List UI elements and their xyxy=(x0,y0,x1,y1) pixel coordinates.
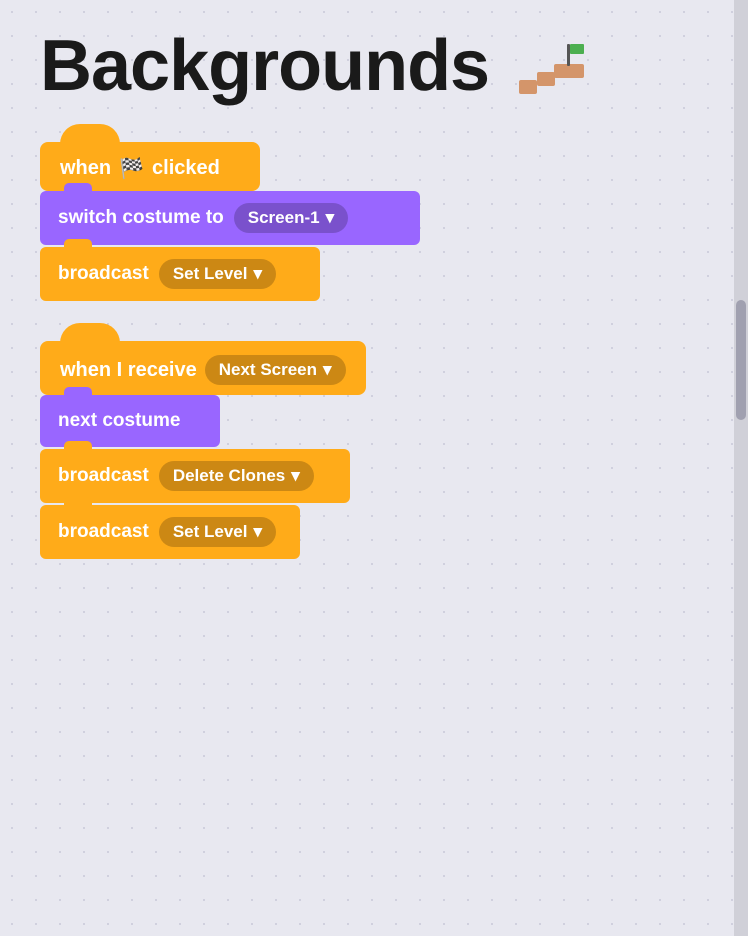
scrollbar-track xyxy=(734,0,748,936)
set-level-arrow-2: ▾ xyxy=(253,522,262,542)
next-costume-label: next costume xyxy=(58,410,180,432)
broadcast-set-level-block-1[interactable]: broadcast Set Level ▾ xyxy=(40,247,320,301)
block-stack-2: when I receive Next Screen ▾ next costum… xyxy=(40,341,708,559)
next-screen-arrow: ▾ xyxy=(323,360,332,380)
broadcast-label-2: broadcast xyxy=(58,465,149,487)
costume-value: Screen-1 xyxy=(248,208,320,228)
switch-costume-label: switch costume to xyxy=(58,207,224,229)
delete-clones-dropdown[interactable]: Delete Clones ▾ xyxy=(159,461,314,491)
next-screen-value: Next Screen xyxy=(219,360,317,380)
costume-dropdown-arrow: ▾ xyxy=(326,208,335,228)
page-title: Backgrounds xyxy=(40,30,489,102)
broadcast-label-1: broadcast xyxy=(58,263,149,285)
sprite-icon xyxy=(499,34,579,94)
broadcast-label-3: broadcast xyxy=(58,521,149,543)
set-level-arrow-1: ▾ xyxy=(253,264,262,284)
when-label: when xyxy=(60,157,111,180)
block-group-2: when I receive Next Screen ▾ next costum… xyxy=(40,341,708,559)
set-level-dropdown-2[interactable]: Set Level ▾ xyxy=(159,517,276,547)
block-group-1: when 🏁 clicked switch costume to Screen-… xyxy=(40,142,708,301)
set-level-value-2: Set Level xyxy=(173,522,248,542)
when-receive-label: when I receive xyxy=(60,359,197,382)
title-area: Backgrounds xyxy=(40,30,708,102)
clicked-label: clicked xyxy=(152,157,220,180)
next-costume-block[interactable]: next costume xyxy=(40,395,220,447)
green-flag-icon: 🏁 xyxy=(119,156,144,181)
scrollbar-thumb[interactable] xyxy=(736,300,746,420)
scratch-editor-background: Backgrounds when 🏁 clicked xyxy=(0,0,748,936)
next-screen-dropdown[interactable]: Next Screen ▾ xyxy=(205,355,346,385)
staircase-svg xyxy=(499,34,589,104)
set-level-dropdown-1[interactable]: Set Level ▾ xyxy=(159,259,276,289)
switch-costume-block[interactable]: switch costume to Screen-1 ▾ xyxy=(40,191,420,245)
delete-clones-arrow: ▾ xyxy=(291,466,300,486)
delete-clones-value: Delete Clones xyxy=(173,466,285,486)
set-level-value-1: Set Level xyxy=(173,264,248,284)
costume-dropdown[interactable]: Screen-1 ▾ xyxy=(234,203,348,233)
broadcast-set-level-block-2[interactable]: broadcast Set Level ▾ xyxy=(40,505,300,559)
broadcast-delete-clones-block[interactable]: broadcast Delete Clones ▾ xyxy=(40,449,350,503)
block-stack-1: when 🏁 clicked switch costume to Screen-… xyxy=(40,142,708,301)
